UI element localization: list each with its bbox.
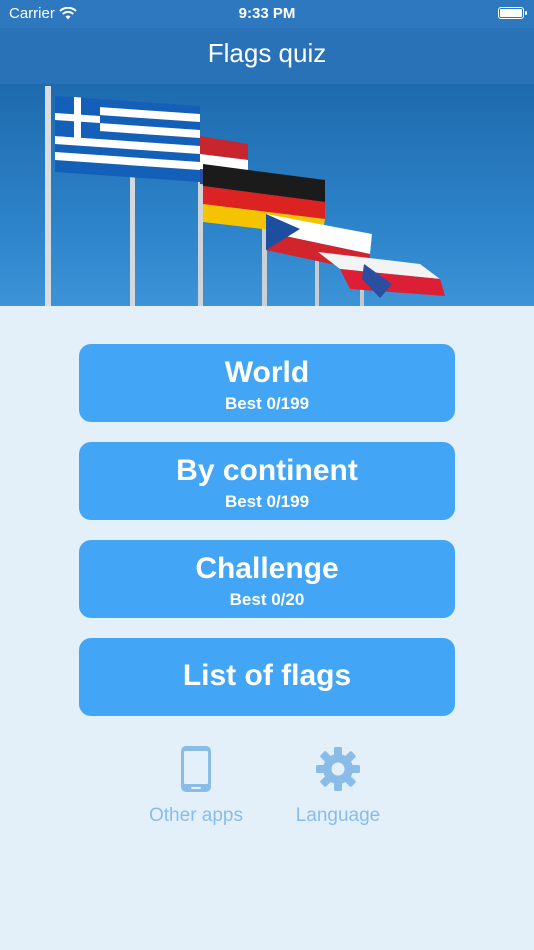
status-bar: Carrier 9:33 PM [0,0,534,28]
page-title: Flags quiz [207,38,327,68]
language-label: Language [295,805,381,826]
poland-flag [318,252,445,298]
world-button-best: Best 0/199 [224,394,310,413]
list-of-flags-button[interactable]: List of flags [79,638,455,716]
challenge-button[interactable]: Challenge Best 0/20 [79,540,455,618]
world-button-title: World [224,356,310,389]
battery-icon [498,7,527,19]
flags-banner-image [0,84,534,306]
by-continent-button[interactable]: By continent Best 0/199 [79,442,455,520]
phone-icon [181,746,211,792]
language-button[interactable]: Language [288,745,388,827]
greece-flag [55,96,200,182]
flagpole-3 [198,179,203,306]
navigation-bar: Flags quiz [0,28,534,84]
by-continent-button-title: By continent [176,454,358,487]
flagpole-2 [130,166,135,306]
other-apps-label: Other apps [149,805,243,826]
other-apps-button[interactable]: Other apps [140,745,252,827]
list-of-flags-button-title: List of flags [182,659,352,692]
by-continent-button-best: Best 0/199 [224,492,310,511]
challenge-button-best: Best 0/20 [229,590,305,609]
flagpole-1 [45,86,51,306]
gear-icon [316,747,360,791]
world-button[interactable]: World Best 0/199 [79,344,455,422]
challenge-button-title: Challenge [195,552,339,585]
status-time: 9:33 PM [238,5,296,22]
